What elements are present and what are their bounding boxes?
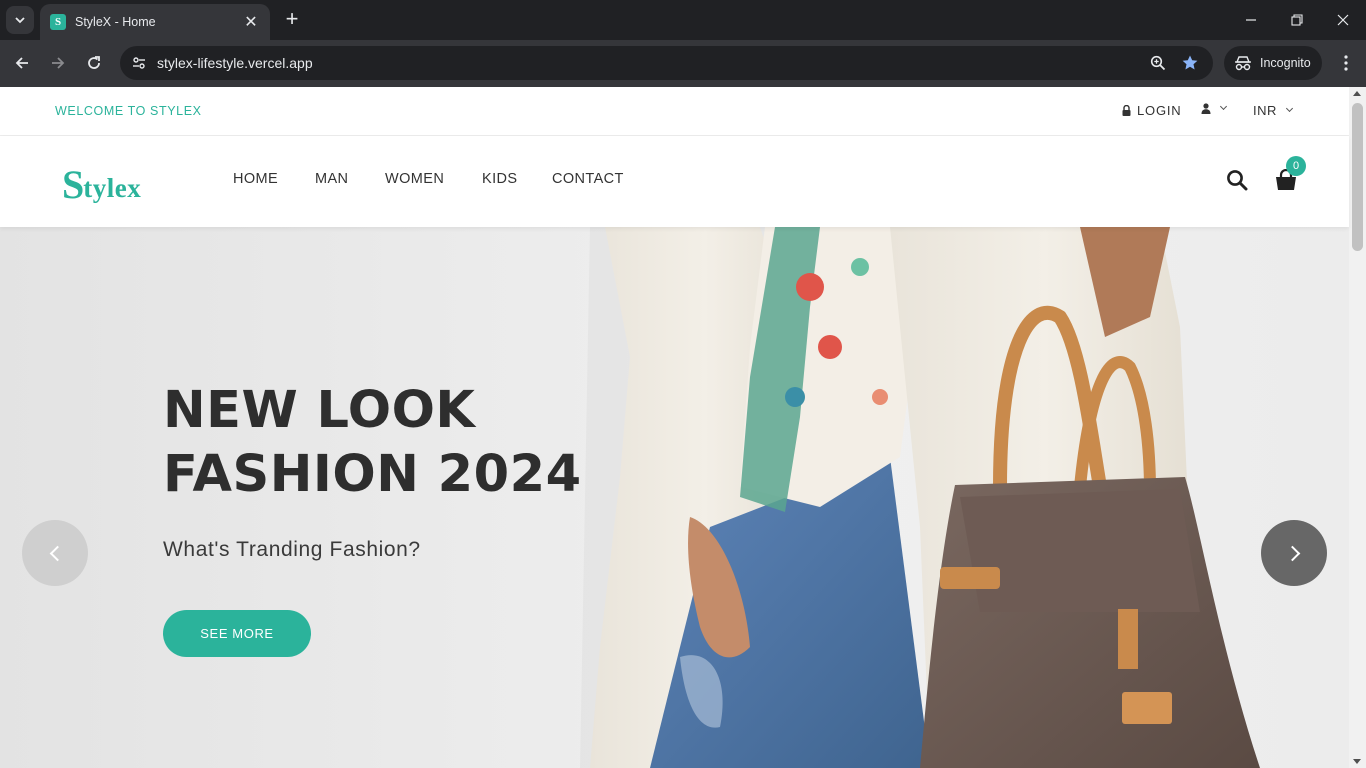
arrow-right-icon xyxy=(52,57,65,69)
favicon-icon: S xyxy=(50,14,66,30)
chevron-left-icon xyxy=(49,545,65,561)
reload-button[interactable] xyxy=(79,48,109,78)
menu-item-man[interactable]: MAN xyxy=(315,171,348,187)
login-label: LOGIN xyxy=(1137,103,1182,118)
see-more-button[interactable]: SEE MORE xyxy=(163,610,311,657)
menu-item-kids[interactable]: KIDS xyxy=(482,171,517,187)
scroll-down-arrow-icon[interactable] xyxy=(1353,759,1361,764)
chevron-right-icon xyxy=(1284,545,1300,561)
close-tab-icon[interactable]: ✕ xyxy=(242,12,260,32)
slider-next-button[interactable] xyxy=(1261,520,1327,586)
close-window-button[interactable] xyxy=(1320,0,1366,40)
cart-count-badge: 0 xyxy=(1286,156,1306,176)
browser-tab[interactable]: S StyleX - Home ✕ xyxy=(40,4,270,40)
zoom-icon[interactable] xyxy=(1147,52,1169,74)
logo-text: tylex xyxy=(83,173,142,203)
hero-subtitle: What's Tranding Fashion? xyxy=(163,538,421,561)
arrow-left-icon xyxy=(15,57,28,69)
close-icon xyxy=(1337,14,1349,26)
currency-dropdown[interactable]: INR xyxy=(1253,103,1293,118)
bookmark-star-icon[interactable] xyxy=(1179,52,1201,74)
chevron-down-icon xyxy=(15,17,25,24)
scroll-thumb[interactable] xyxy=(1352,103,1363,251)
chevron-down-icon xyxy=(1219,102,1228,111)
welcome-text: WELCOME TO STYLEX xyxy=(55,104,202,118)
incognito-icon xyxy=(1235,56,1251,71)
scroll-up-arrow-icon[interactable] xyxy=(1353,91,1361,96)
back-button[interactable] xyxy=(7,48,37,78)
restore-icon xyxy=(1291,14,1303,26)
minimize-icon xyxy=(1246,19,1256,21)
lock-icon xyxy=(1122,105,1131,116)
reload-icon xyxy=(88,56,100,69)
user-icon xyxy=(1201,103,1211,114)
site-header: S tylex HOME MAN WOMEN KIDS CONTACT 0 xyxy=(0,136,1349,227)
menu-item-home[interactable]: HOME xyxy=(233,171,278,187)
new-tab-button[interactable]: + xyxy=(280,8,304,32)
address-bar[interactable]: stylex-lifestyle.vercel.app xyxy=(120,46,1213,80)
forward-button[interactable] xyxy=(43,48,73,78)
browser-menu-button[interactable] xyxy=(1334,48,1358,78)
logo-initial: S xyxy=(62,162,85,207)
hero-title-line1: NEW LOOK xyxy=(163,381,476,440)
incognito-label: Incognito xyxy=(1260,56,1311,70)
slider-prev-button[interactable] xyxy=(22,520,88,586)
browser-toolbar: stylex-lifestyle.vercel.app Incognito xyxy=(0,40,1366,87)
account-dropdown[interactable] xyxy=(1201,102,1228,114)
browser-tab-strip: S StyleX - Home ✕ + xyxy=(0,0,1366,40)
minimize-button[interactable] xyxy=(1228,0,1274,40)
tab-search-button[interactable] xyxy=(6,6,34,34)
top-bar: WELCOME TO STYLEX LOGIN INR xyxy=(0,87,1349,136)
tab-title: StyleX - Home xyxy=(75,15,156,29)
hero-title: NEW LOOK FASHION 2024 xyxy=(163,379,623,507)
site-info-icon[interactable] xyxy=(126,50,152,76)
web-page: WELCOME TO STYLEX LOGIN INR S tylex HOME… xyxy=(0,87,1366,768)
restore-button[interactable] xyxy=(1274,0,1320,40)
page-scrollbar[interactable] xyxy=(1349,87,1366,768)
hero-slider: NEW LOOK FASHION 2024 What's Tranding Fa… xyxy=(0,227,1349,768)
login-link[interactable]: LOGIN xyxy=(1122,103,1181,118)
search-icon[interactable] xyxy=(1226,169,1248,191)
hero-model-image xyxy=(580,227,1260,768)
hero-title-line2: FASHION 2024 xyxy=(163,445,582,504)
incognito-indicator[interactable]: Incognito xyxy=(1224,46,1322,80)
currency-label: INR xyxy=(1253,103,1277,118)
menu-item-women[interactable]: WOMEN xyxy=(385,171,444,187)
site-logo[interactable]: S tylex xyxy=(62,162,142,207)
chevron-down-icon xyxy=(1285,104,1293,113)
more-vert-icon xyxy=(1344,55,1348,71)
url-text[interactable]: stylex-lifestyle.vercel.app xyxy=(157,55,313,71)
menu-item-contact[interactable]: CONTACT xyxy=(552,171,624,187)
